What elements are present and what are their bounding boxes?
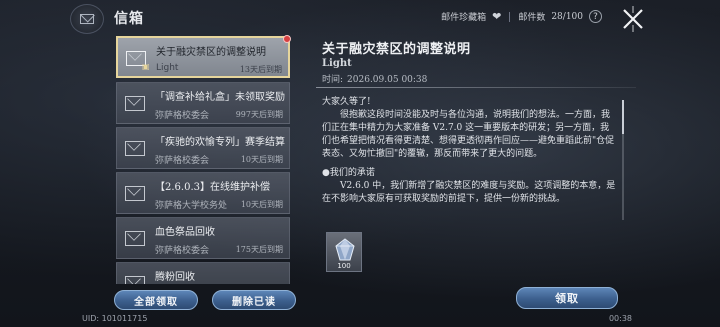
mail-detail-sender: Light — [322, 58, 352, 69]
mail-list[interactable]: ▣ 关于融灾禁区的调整说明 Light 13天后到期 「调查补给礼盒」未领取奖励… — [116, 34, 292, 284]
heart-icon[interactable]: ❤ — [492, 11, 501, 22]
gift-icon: ▣ — [142, 62, 150, 71]
mailbox-status: 邮件珍藏箱 ❤ 邮件数 28/100 ? — [441, 10, 602, 23]
mail-expiry: 175天后到期 — [235, 245, 283, 254]
mail-expiry: 997天后到期 — [235, 110, 283, 119]
uid-label: UID: 101011715 — [82, 314, 148, 323]
mail-expiry: 10天后到期 — [240, 155, 283, 164]
time-label: 时间: — [322, 75, 344, 85]
mail-item[interactable]: 血色祭品回收 弥萨格校委会 175天后到期 — [116, 217, 290, 259]
divider — [509, 11, 511, 22]
mail-sender: Light — [156, 63, 179, 73]
collection-label[interactable]: 邮件珍藏箱 — [441, 10, 486, 23]
section-heading: ●我们的承诺 — [322, 168, 375, 178]
mail-item[interactable]: 「调查补给礼盒」未领取奖励 弥萨格校委会 997天后到期 — [116, 82, 290, 124]
mail-item[interactable]: 腾粉回收 — [116, 262, 290, 284]
mail-subject: 关于融灾禁区的调整说明 — [156, 47, 266, 58]
mail-icon — [125, 186, 145, 201]
mail-detail-time: 时间: 2026.09.05 00:38 — [322, 72, 427, 85]
close-icon — [623, 6, 643, 32]
reward-count: 100 — [337, 262, 351, 270]
mail-expiry: 10天后到期 — [240, 200, 283, 209]
clock-label: 00:38 — [608, 314, 632, 323]
reward-item[interactable]: 100 — [326, 232, 362, 272]
top-bar: 信箱 邮件珍藏箱 ❤ 邮件数 28/100 ? — [0, 0, 720, 36]
mail-count-label: 邮件数 — [518, 13, 546, 23]
mail-sender: 弥萨格校委会 — [155, 246, 210, 256]
unread-dot — [283, 35, 291, 43]
body-scrollbar[interactable] — [622, 100, 624, 220]
mail-subject: 血色祭品回收 — [155, 227, 215, 238]
delete-read-button[interactable]: 删除已读 — [212, 290, 296, 310]
mail-sender: 弥萨格校委会 — [155, 111, 210, 121]
mail-greeting: 大家久等了! — [322, 97, 371, 107]
mail-icon — [125, 276, 145, 284]
mail-subject: 腾粉回收 — [155, 272, 195, 283]
crystal-icon — [335, 238, 355, 261]
mail-subject: 【2.6.0.3】在线维护补偿 — [155, 182, 270, 193]
mail-item[interactable]: ▣ 关于融灾禁区的调整说明 Light 13天后到期 — [116, 35, 291, 78]
mail-item[interactable]: 「疾驰的欢愉专列」赛季结算 弥萨格校委会 10天后到期 — [116, 127, 290, 169]
claim-button[interactable]: 领取 — [516, 287, 618, 309]
mailbox-logo-icon — [70, 4, 104, 34]
mail-body[interactable]: 大家久等了! 很抱歉这段时间没能及时与各位沟通，说明我们的想法。一方面，我们正在… — [322, 96, 618, 224]
mail-icon — [125, 141, 145, 156]
help-icon[interactable]: ? — [589, 10, 602, 23]
mail-sender: 弥萨格校委会 — [155, 156, 210, 166]
mail-subject: 「疾驰的欢愉专列」赛季结算 — [155, 137, 285, 148]
divider — [316, 87, 636, 88]
scrollbar-thumb[interactable] — [622, 100, 624, 134]
mail-icon — [125, 231, 145, 246]
mail-count-value: 28/100 — [551, 11, 583, 22]
mail-item[interactable]: 【2.6.0.3】在线维护补偿 弥萨格大学校务处 10天后到期 — [116, 172, 290, 214]
mail-subject: 「调查补给礼盒」未领取奖励 — [155, 92, 285, 103]
mail-paragraph: V2.6.0 中，我们新增了融灾禁区的难度与奖励。这项调整的本意，是在不影响大家… — [322, 181, 616, 204]
page-title: 信箱 — [114, 11, 144, 27]
time-value: 2026.09.05 00:38 — [347, 75, 428, 85]
mail-detail-title: 关于融灾禁区的调整说明 — [322, 42, 471, 57]
mail-icon — [125, 96, 145, 111]
mail-paragraph: 很抱歉这段时间没能及时与各位沟通，说明我们的想法。一方面，我们正在集中精力为大家… — [322, 110, 615, 159]
mail-sender: 弥萨格大学校务处 — [155, 201, 228, 211]
claim-all-button[interactable]: 全部领取 — [114, 290, 198, 310]
close-button[interactable] — [616, 2, 650, 36]
mail-expiry: 13天后到期 — [239, 65, 282, 74]
